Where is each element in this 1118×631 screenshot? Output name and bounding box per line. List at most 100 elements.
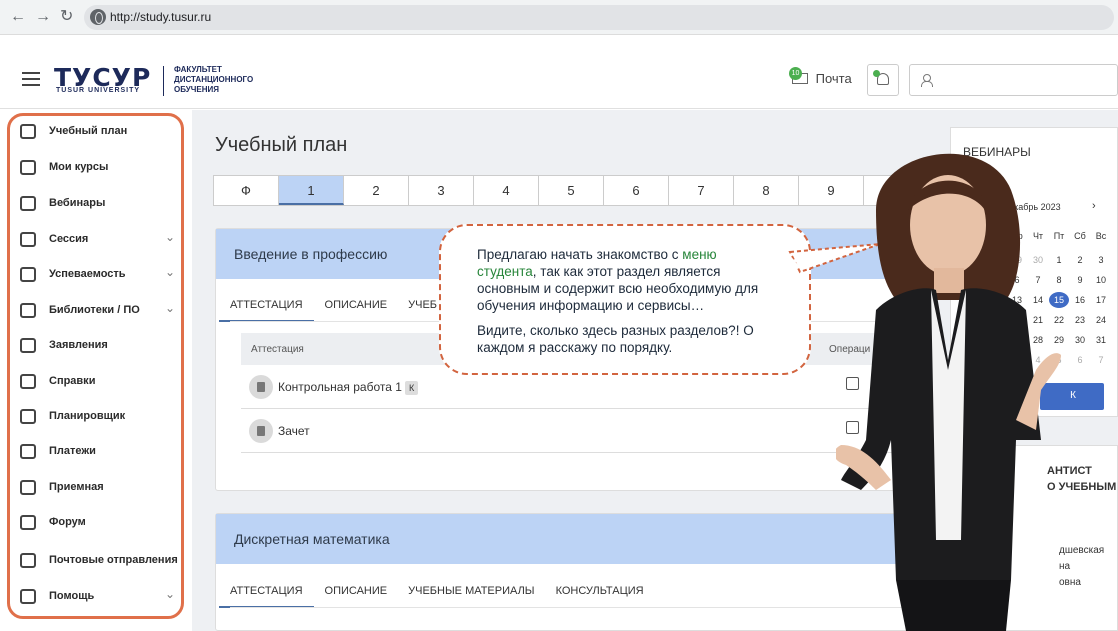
certificate-icon (20, 374, 36, 389)
sidebar-item-label: Форум (49, 516, 86, 528)
calendar-day[interactable]: 31 (1091, 335, 1111, 345)
table-row[interactable]: Зачет (241, 409, 911, 453)
sidebar-item[interactable]: Приемная (20, 477, 180, 499)
course-tab[interactable]: КОНСУЛЬТАЦИЯ (556, 585, 644, 608)
course-tabs: АТТЕСТАЦИЯ ОПИСАНИЕ УЧЕБ (219, 299, 458, 322)
calendar-day[interactable]: 3 (1091, 255, 1111, 265)
sidebar-item-label: Приемная (49, 481, 104, 493)
column-attestation: Аттестация (251, 344, 304, 355)
course-tab[interactable]: ОПИСАНИЕ (325, 585, 388, 608)
sidebar-item[interactable]: Планировщик (20, 406, 180, 428)
sidebar-item[interactable]: Почтовые отправления (20, 550, 180, 572)
sidebar-item-label: Справки (49, 375, 96, 387)
people-icon (20, 480, 36, 495)
url-text: http://study.tusur.ru (110, 10, 212, 24)
semester-tab[interactable]: 3 (409, 176, 474, 205)
semester-tab[interactable]: 8 (734, 176, 799, 205)
sidebar-item-label: Планировщик (49, 410, 126, 422)
chevron-right-icon[interactable]: › (1092, 200, 1096, 212)
calendar-day[interactable]: 17 (1091, 295, 1111, 305)
document-icon (249, 375, 273, 399)
user-menu[interactable] (909, 64, 1118, 96)
semester-tab[interactable]: 1 (279, 176, 344, 205)
tabs-divider (230, 607, 910, 608)
calendar-weekday: Вс (1095, 231, 1107, 241)
browser-toolbar: ← → ↻ http://study.tusur.ru (0, 0, 1118, 35)
grades-icon (20, 267, 36, 282)
sidebar-item[interactable]: Форум (20, 512, 180, 534)
sidebar-item-label: Почтовые отправления (49, 554, 178, 566)
sidebar-item[interactable]: Платежи (20, 441, 180, 463)
session-card-icon (20, 232, 36, 247)
bubble-text: Предлагаю начать знакомство с (477, 247, 683, 262)
semester-tab[interactable]: 5 (539, 176, 604, 205)
book-open-icon (20, 124, 36, 139)
bubble-paragraph-2: Видите, сколько здесь разных разделов?! … (477, 323, 754, 355)
sidebar-item[interactable]: Мои курсы (20, 157, 180, 179)
help-circle-icon (20, 589, 36, 604)
forward-icon[interactable]: → (35, 8, 51, 26)
play-circle-icon (20, 196, 36, 211)
semester-tab[interactable]: Ф (214, 176, 279, 205)
chevron-down-icon[interactable]: ⌄ (165, 301, 175, 315)
sidebar-item[interactable]: Заявления (20, 335, 180, 357)
sidebar-item-label: Мои курсы (49, 161, 109, 173)
sidebar-item[interactable]: Библиотеки / ПО ⌄ (20, 300, 180, 322)
calendar-day[interactable]: 7 (1091, 355, 1111, 365)
logo-subtitle: TUSUR UNIVERSITY (56, 87, 141, 94)
sidebar-item-label: Сессия (49, 233, 89, 245)
course-tab[interactable]: АТТЕСТАЦИЯ (219, 299, 314, 322)
sidebar-item-label: Заявления (49, 339, 108, 351)
course-tab[interactable]: УЧЕБ (408, 299, 437, 322)
sidebar-item[interactable]: Справки (20, 371, 180, 393)
calendar-icon (20, 409, 36, 424)
sidebar-item[interactable]: Вебинары (20, 193, 180, 215)
sidebar-item-label: Платежи (49, 445, 96, 457)
semester-tab[interactable]: 6 (604, 176, 669, 205)
calendar-day[interactable]: 24 (1091, 315, 1111, 325)
credit-card-icon (20, 444, 36, 459)
reload-icon[interactable]: ↻ (60, 8, 73, 26)
course-title[interactable]: Дискретная математика (216, 514, 914, 564)
course-tab[interactable]: УЧЕБНЫЕ МАТЕРИАЛЫ (408, 585, 534, 608)
sidebar-item[interactable]: Помощь ⌄ (20, 586, 180, 608)
course-tab[interactable]: ОПИСАНИЕ (325, 299, 388, 322)
globe-icon (90, 9, 106, 25)
semester-tab[interactable]: 7 (669, 176, 734, 205)
chevron-down-icon[interactable]: ⌄ (165, 587, 175, 601)
calendar-day[interactable]: 10 (1091, 275, 1111, 285)
semester-tab[interactable]: 2 (344, 176, 409, 205)
hamburger-menu-icon[interactable] (22, 72, 40, 86)
row-title: Контрольная работа 1 (278, 380, 402, 394)
sidebar-item-label: Успеваемость (49, 268, 126, 280)
presenter-figure (836, 153, 1061, 631)
chevron-down-icon[interactable]: ⌄ (165, 230, 175, 244)
notifications-button[interactable] (867, 64, 899, 96)
sidebar-item-label: Помощь (49, 590, 95, 602)
back-icon[interactable]: ← (10, 8, 26, 26)
exam-icon (249, 419, 273, 443)
sidebar-item-label: Учебный план (49, 125, 128, 137)
mail-box-icon (20, 553, 36, 568)
page-title: Учебный план (215, 134, 348, 156)
sidebar-item[interactable]: Сессия ⌄ (20, 229, 180, 251)
semester-tabs: Ф12345678910 (213, 175, 930, 206)
document-copy-icon (20, 338, 36, 353)
monitor-icon (20, 160, 36, 175)
library-icon (20, 303, 36, 318)
user-icon (921, 74, 933, 87)
notification-dot (873, 70, 880, 77)
chevron-down-icon[interactable]: ⌄ (165, 265, 175, 279)
course-tabs: АТТЕСТАЦИЯ ОПИСАНИЕ УЧЕБНЫЕ МАТЕРИАЛЫ КОНСУ… (219, 585, 665, 608)
mail-button[interactable]: 10 Почта (789, 67, 852, 86)
semester-tab[interactable]: 4 (474, 176, 539, 205)
sidebar-item[interactable]: Учебный план (20, 121, 180, 143)
sidebar-item-label: Библиотеки / ПО (49, 304, 140, 316)
course-tab[interactable]: АТТЕСТАЦИЯ (219, 585, 314, 608)
chat-icon (20, 515, 36, 530)
mail-count-badge: 10 (789, 67, 802, 80)
address-bar[interactable]: http://study.tusur.ru (84, 5, 1114, 30)
sidebar-item-label: Вебинары (49, 197, 106, 209)
logo-divider (163, 66, 164, 96)
sidebar-item[interactable]: Успеваемость ⌄ (20, 264, 180, 286)
